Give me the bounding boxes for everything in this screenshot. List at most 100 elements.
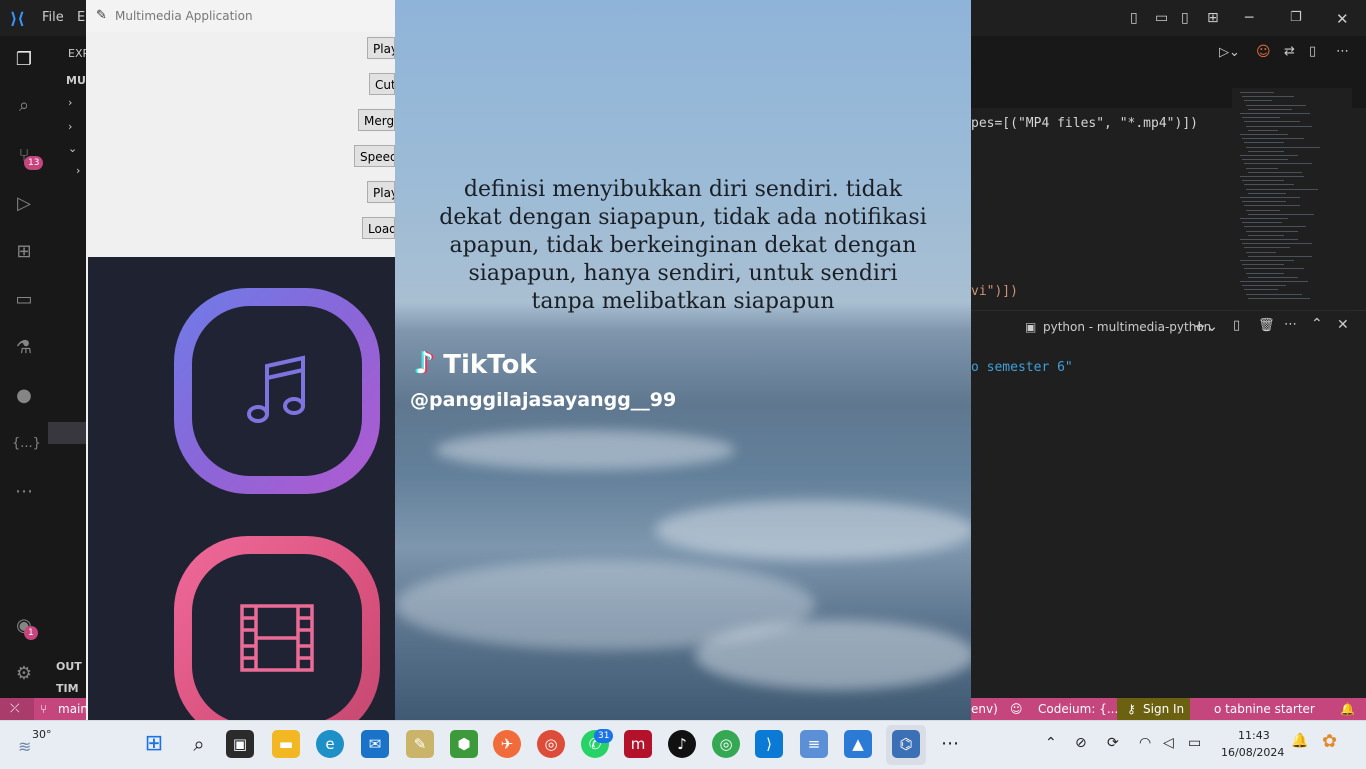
code-text: pes=[("MP4 files", "*.mp4")]) [971,116,1198,131]
play-audio-button[interactable]: Play [367,37,395,59]
branch-name[interactable]: main [58,702,88,716]
testing-icon[interactable]: ⚗ [12,336,36,360]
copilot-icon[interactable]: ✿ [1322,731,1337,752]
outline-section[interactable]: OUT [56,660,82,673]
notification-bell-icon[interactable]: 🔔 [1291,733,1308,749]
cut-button[interactable]: Cut [369,73,395,95]
toggle-sidebar-icon[interactable]: ▯ [1130,10,1138,26]
chrome-2-icon[interactable]: ◎ [712,730,740,758]
notifications-icon[interactable]: 🔔 [1340,702,1355,716]
wifi-icon[interactable]: ◠ [1139,735,1151,751]
mendeley-icon[interactable]: m [624,730,652,758]
chevron-right-icon[interactable]: › [76,164,80,177]
edge-icon[interactable]: e [316,730,344,758]
minimap-line [1244,226,1306,228]
chevron-right-icon[interactable]: › [68,120,72,133]
json-extension-icon[interactable]: {...} [12,432,41,456]
video-player[interactable]: definisi menyibukkan diri sendiri. tidak… [395,0,971,720]
play-video-button[interactable]: Play [367,181,395,203]
merge-button[interactable]: Merge [358,109,395,131]
minimap-line [1246,104,1306,106]
battery-icon[interactable]: ▭ [1188,735,1201,751]
weather-temp[interactable]: 30° [32,728,52,741]
compare-icon[interactable]: ⇄ [1284,44,1295,59]
chrome-icon[interactable]: ◎ [537,730,565,758]
kill-terminal-icon[interactable]: 🗑 [1258,318,1275,333]
toggle-secondary-sidebar-icon[interactable]: ▯ [1181,10,1189,26]
sign-in-item[interactable]: ⚷ Sign In [1117,698,1190,720]
run-icon[interactable]: ▷⌄ [1219,45,1240,60]
more-taskbar-icon[interactable]: ⋯ [936,730,964,758]
task-view-icon[interactable]: ▣ [226,730,254,758]
split-editor-icon[interactable]: ▯ [1309,44,1316,59]
close-icon[interactable]: ✕ [1336,10,1349,28]
branch-icon[interactable]: ⑂ [40,702,47,716]
minimap-line [1244,289,1278,291]
remote-indicator[interactable]: ⤫ [0,698,34,720]
search-icon[interactable]: ⌕ [12,94,36,118]
clock-time[interactable]: 11:43 [1238,729,1270,742]
codeium-status[interactable]: Codeium: {...} [1038,702,1126,716]
app-icon[interactable]: ✎ [406,730,434,758]
sync-icon[interactable]: ⟳ [1107,735,1119,751]
volume-icon[interactable]: ◁ [1163,735,1174,751]
postman-icon[interactable]: ✈ [493,730,521,758]
menu-edit[interactable]: E [77,10,85,25]
video-tile[interactable] [174,536,380,720]
mail-icon[interactable]: ✉ [361,730,389,758]
network-off-icon[interactable]: ⊘ [1075,735,1087,751]
restore-icon[interactable]: ❐ [1290,10,1302,25]
explorer-icon[interactable]: ❐ [12,48,36,72]
minimap-line [1246,293,1302,295]
minimap-line [1242,138,1304,140]
tabnine-status[interactable]: o tabnine starter [1214,702,1315,716]
github-icon[interactable]: ● [12,384,36,408]
run-debug-icon[interactable]: ▷ [12,192,36,216]
menu-file[interactable]: File [42,10,64,25]
notepad-icon[interactable]: ≡ [800,730,828,758]
more-actions-icon[interactable]: ⋯ [1336,44,1349,59]
python-icon[interactable]: ⌬ [892,730,920,758]
minimap[interactable] [1232,88,1352,310]
terminal-output: o semester 6" [971,360,1073,375]
tiktok-taskbar-icon[interactable]: ♪ [668,730,696,758]
file-explorer-icon[interactable]: ▬ [272,730,300,758]
icon-panel [88,257,395,720]
extensions-icon[interactable]: ⊞ [12,240,36,264]
vscode-taskbar-icon[interactable]: ⟩ [755,730,783,758]
photos-icon[interactable]: ▲ [844,730,872,758]
tiktok-note-icon: ♪ [415,346,435,381]
start-icon[interactable]: ⊞ [140,730,168,758]
search-taskbar-icon[interactable]: ⌕ [185,730,213,758]
folder-root[interactable]: MU [66,74,86,87]
close-panel-icon[interactable]: ✕ [1337,317,1349,333]
terminal-more-icon[interactable]: ⋯ [1284,317,1297,332]
minimap-line [1246,125,1312,127]
clock-date[interactable]: 16/08/2024 [1221,746,1284,759]
remote-explorer-icon[interactable]: ▭ [12,288,36,312]
weather-icon[interactable]: ≋ [18,737,31,756]
chevron-right-icon[interactable]: › [68,96,72,109]
customize-layout-icon[interactable]: ⊞ [1207,10,1219,26]
codeium-status-icon[interactable]: ☺ [1010,702,1023,716]
timeline-section[interactable]: TIM [56,682,79,695]
new-terminal-icon[interactable]: +⌄ [1193,317,1218,335]
toggle-panel-icon[interactable]: ▭ [1155,10,1168,26]
wave-foam [435,430,735,470]
settings-gear-icon[interactable]: ⚙ [12,662,36,686]
minimize-icon[interactable]: ─ [1245,10,1253,26]
chevron-down-icon[interactable]: ⌄ [68,142,77,155]
speed-button[interactable]: Speed [354,145,395,167]
terminal-title[interactable]: python - multimedia-python [1043,320,1211,334]
python-env[interactable]: env) [971,702,998,716]
audio-tile[interactable] [174,288,380,494]
tray-chevron-icon[interactable]: ⌃ [1045,735,1057,751]
split-terminal-icon[interactable]: ▯ [1233,318,1240,333]
maximize-panel-icon[interactable]: ⌃ [1311,316,1323,332]
selected-file-row[interactable] [48,422,88,444]
codeium-icon[interactable]: ☺ [1256,44,1271,60]
nodejs-icon[interactable]: ⬢ [450,730,478,758]
load-button[interactable]: Load [362,217,395,239]
more-icon[interactable]: ⋯ [12,480,36,504]
minimap-line [1248,171,1302,173]
